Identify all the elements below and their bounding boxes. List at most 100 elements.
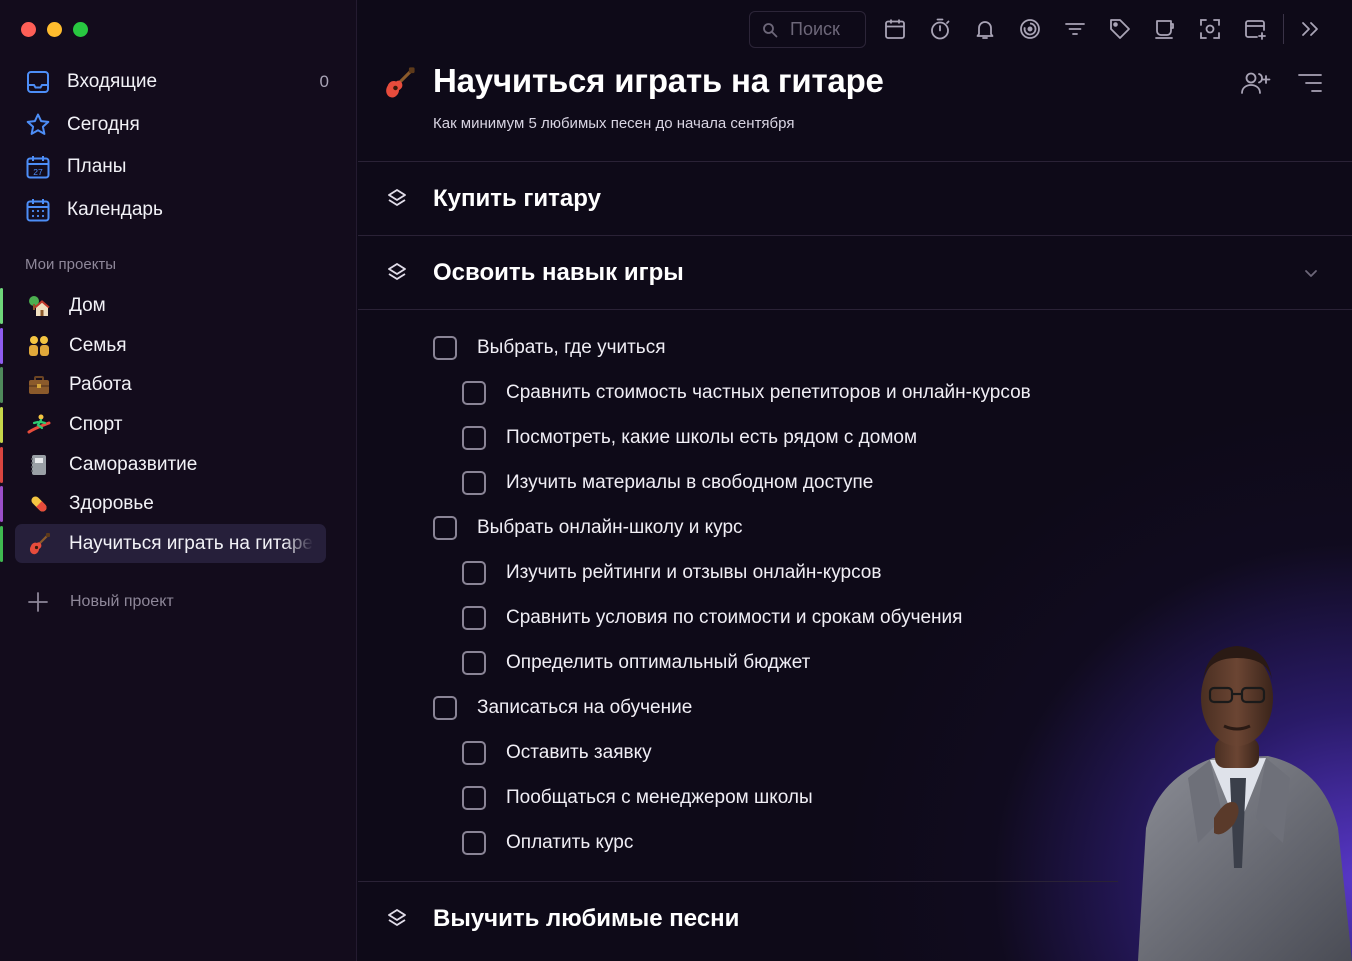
screenshot-icon[interactable] <box>1198 17 1222 41</box>
task-label: Оплатить курс <box>506 831 634 853</box>
timer-icon[interactable] <box>928 17 952 41</box>
sidebar-item-calendar[interactable]: Календарь <box>0 189 357 232</box>
task-checkbox[interactable] <box>433 515 457 540</box>
task-checkbox[interactable] <box>462 740 486 765</box>
task-label: Сравнить стоимость частных репетиторов и… <box>506 381 1031 403</box>
task-row[interactable]: Пообщаться с менеджером школы <box>462 775 813 820</box>
task-label: Выбрать, где учиться <box>477 336 666 358</box>
task-row[interactable]: Изучить материалы в свободном доступе <box>462 460 873 505</box>
task-checkbox[interactable] <box>462 470 486 495</box>
task-checkbox[interactable] <box>462 830 486 855</box>
task-row[interactable]: Сравнить стоимость частных репетиторов и… <box>462 370 1031 415</box>
sort-icon[interactable] <box>1297 73 1323 93</box>
page-subtitle: Как минимум 5 любимых песен до начала се… <box>433 115 795 132</box>
task-row[interactable]: Посмотреть, какие школы есть рядом с дом… <box>462 415 917 460</box>
sidebar-project-work[interactable]: Работа <box>0 365 357 405</box>
inbox-icon <box>25 69 51 95</box>
person-illustration <box>1118 628 1352 961</box>
coffee-cup-icon[interactable] <box>1153 17 1177 41</box>
task-label: Оставить заявку <box>506 741 652 763</box>
task-row[interactable]: Оставить заявку <box>462 730 652 775</box>
sidebar-item-today[interactable]: Сегодня <box>0 104 357 147</box>
sidebar-item-label: Сегодня <box>67 113 140 135</box>
tag-icon[interactable] <box>1108 17 1132 41</box>
sidebar-project-selfdev[interactable]: Саморазвитие <box>0 445 357 485</box>
projects-section-title: Мои проекты <box>25 256 117 273</box>
task-checkbox[interactable] <box>462 560 486 585</box>
task-row[interactable]: Определить оптимальный бюджет <box>462 640 810 685</box>
sidebar-item-inbox[interactable]: Входящие 0 <box>0 61 357 104</box>
sidebar-project-sport[interactable]: Спорт <box>0 405 357 445</box>
sidebar-project-guitar[interactable]: Научиться играть на гитаре <box>0 524 357 564</box>
task-row[interactable]: Выбрать онлайн-школу и курс <box>433 505 743 550</box>
project-label: Научиться играть на гитаре <box>69 532 313 554</box>
star-icon <box>25 112 51 138</box>
add-window-icon[interactable] <box>1243 17 1267 41</box>
close-window-button[interactable] <box>21 22 36 37</box>
task-label: Выбрать онлайн-школу и курс <box>477 516 743 538</box>
project-label: Здоровье <box>69 493 154 515</box>
filter-icon[interactable] <box>1063 17 1087 41</box>
task-row[interactable]: Сравнить условия по стоимости и срокам о… <box>462 595 962 640</box>
sidebar-project-home[interactable]: Дом <box>0 286 357 326</box>
layers-icon <box>385 187 409 211</box>
task-checkbox[interactable] <box>462 425 486 450</box>
task-label: Изучить материалы в свободном доступе <box>506 471 874 493</box>
projects-list: Дом Семья Работа Спорт Саморазвитие Здор… <box>0 286 357 564</box>
sidebar-item-label: Входящие <box>67 71 158 93</box>
task-label: Определить оптимальный бюджет <box>506 651 811 673</box>
task-checkbox[interactable] <box>462 650 486 675</box>
project-label: Семья <box>69 334 127 356</box>
project-label: Спорт <box>69 413 123 435</box>
task-checkbox[interactable] <box>433 695 457 720</box>
task-row[interactable]: Изучить рейтинги и отзывы онлайн-курсов <box>462 550 881 595</box>
sidebar-project-health[interactable]: Здоровье <box>0 484 357 524</box>
window-controls <box>21 22 88 37</box>
surfer-icon <box>26 412 52 438</box>
search-icon <box>762 22 778 38</box>
calendar-icon[interactable] <box>883 17 907 41</box>
chevron-down-icon[interactable] <box>1302 264 1320 282</box>
group-title: Освоить навык игры <box>433 259 684 286</box>
project-color-bar <box>0 486 3 523</box>
group-title: Выучить любимые песни <box>433 905 740 932</box>
sidebar-item-label: Планы <box>67 156 127 178</box>
project-label: Саморазвитие <box>69 453 198 475</box>
new-project-button[interactable]: Новый проект <box>26 590 174 614</box>
task-label: Сравнить условия по стоимости и срокам о… <box>506 606 963 628</box>
double-chevron-right-icon[interactable] <box>1298 17 1322 41</box>
project-color-bar <box>0 526 3 563</box>
task-group[interactable]: Освоить навык игры <box>358 236 1352 310</box>
task-checkbox[interactable] <box>462 605 486 630</box>
task-checkbox[interactable] <box>462 785 486 810</box>
bell-icon[interactable] <box>973 17 997 41</box>
task-label: Посмотреть, какие школы есть рядом с дом… <box>506 426 918 448</box>
layers-icon <box>385 261 409 285</box>
pill-icon <box>26 491 52 517</box>
add-user-icon[interactable] <box>1240 71 1272 95</box>
sidebar-nav: Входящие 0 Сегодня 27 Планы Календарь <box>0 61 357 231</box>
project-label: Работа <box>69 374 132 396</box>
task-checkbox[interactable] <box>433 335 457 360</box>
toolbar-divider <box>1283 14 1284 44</box>
sidebar: Входящие 0 Сегодня 27 Планы Календарь Мо… <box>0 0 357 961</box>
focus-icon[interactable] <box>1018 17 1042 41</box>
maximize-window-button[interactable] <box>73 22 88 37</box>
task-row[interactable]: Выбрать, где учиться <box>433 325 666 370</box>
guitar-icon <box>26 531 52 557</box>
task-checkbox[interactable] <box>462 380 486 405</box>
task-row[interactable]: Записаться на обучение <box>433 685 692 730</box>
task-label: Записаться на обучение <box>477 696 693 718</box>
project-color-bar <box>0 288 3 324</box>
calendar-27-icon: 27 <box>25 154 51 180</box>
minimize-window-button[interactable] <box>47 22 62 37</box>
task-group[interactable]: Купить гитару <box>358 162 1352 236</box>
sidebar-project-family[interactable]: Семья <box>0 326 357 366</box>
family-icon <box>26 333 52 359</box>
plus-icon <box>26 590 50 614</box>
project-color-bar <box>0 446 3 483</box>
briefcase-icon <box>26 372 52 398</box>
sidebar-item-plans[interactable]: 27 Планы <box>0 146 357 189</box>
task-row[interactable]: Оплатить курс <box>462 820 633 865</box>
search-input[interactable]: Поиск <box>749 11 866 48</box>
